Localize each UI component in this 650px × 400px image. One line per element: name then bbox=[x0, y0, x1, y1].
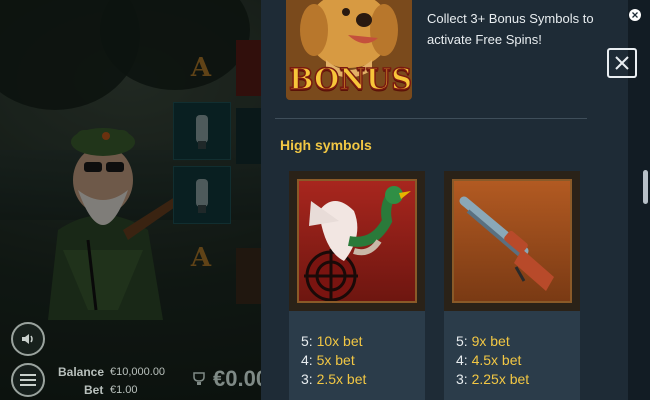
bonus-card-label: BONUS bbox=[288, 61, 412, 97]
bonus-symbol-card: BONUS bbox=[286, 0, 412, 100]
hamburger-icon bbox=[20, 374, 36, 386]
pay-count: 5: bbox=[456, 333, 468, 349]
balance-value: €10,000.00 bbox=[110, 366, 166, 378]
pay-value: 10x bet bbox=[316, 333, 363, 349]
pay-count: 4: bbox=[456, 352, 468, 368]
close-icon bbox=[615, 56, 629, 70]
balance-label: Balance bbox=[58, 365, 105, 379]
pay-row: 4: 5x bet bbox=[301, 352, 355, 368]
pay-row: 5: 10x bet bbox=[301, 333, 363, 349]
section-divider bbox=[275, 118, 587, 119]
trophy-icon bbox=[193, 372, 205, 385]
pay-count: 3: bbox=[301, 371, 313, 387]
scrollbar-thumb[interactable] bbox=[643, 170, 648, 204]
menu-button[interactable] bbox=[11, 363, 45, 397]
pay-value: 2.5x bet bbox=[316, 371, 367, 387]
pay-value: 9x bet bbox=[471, 333, 510, 349]
pay-count: 4: bbox=[301, 352, 313, 368]
paytable-panel[interactable]: BONUS Collect 3+ Bonus Symbols to activa… bbox=[261, 0, 628, 400]
bet-value: €1.00 bbox=[110, 384, 138, 396]
high-symbols-title: High symbols bbox=[280, 137, 372, 153]
shotgun-icon bbox=[459, 196, 554, 291]
bet-label: Bet bbox=[84, 383, 104, 397]
close-icon bbox=[632, 12, 638, 18]
mallard-duck-icon bbox=[304, 186, 411, 301]
bonus-description: Collect 3+ Bonus Symbols to activate Fre… bbox=[427, 11, 594, 47]
symbol-card-duck: 5: 10x bet 4: 5x bet 3: 2.5x bet bbox=[289, 171, 425, 400]
pay-row: 3: 2.25x bet bbox=[456, 371, 529, 387]
speaker-icon bbox=[22, 334, 33, 344]
pay-row: 3: 2.5x bet bbox=[301, 371, 366, 387]
pay-count: 5: bbox=[301, 333, 313, 349]
pay-row: 5: 9x bet bbox=[456, 333, 510, 349]
sound-button[interactable] bbox=[11, 322, 45, 356]
win-amount: €0.00 bbox=[213, 366, 269, 391]
symbol-card-shotgun: 5: 9x bet 4: 4.5x bet 3: 2.25x bet bbox=[444, 171, 580, 400]
pay-row: 4: 4.5x bet bbox=[456, 352, 521, 368]
pay-count: 3: bbox=[456, 371, 468, 387]
pay-value: 2.25x bet bbox=[471, 371, 530, 387]
pay-value: 4.5x bet bbox=[471, 352, 522, 368]
pay-value: 5x bet bbox=[316, 352, 355, 368]
dismiss-button[interactable] bbox=[629, 9, 641, 21]
close-paytable-button[interactable] bbox=[607, 48, 637, 78]
